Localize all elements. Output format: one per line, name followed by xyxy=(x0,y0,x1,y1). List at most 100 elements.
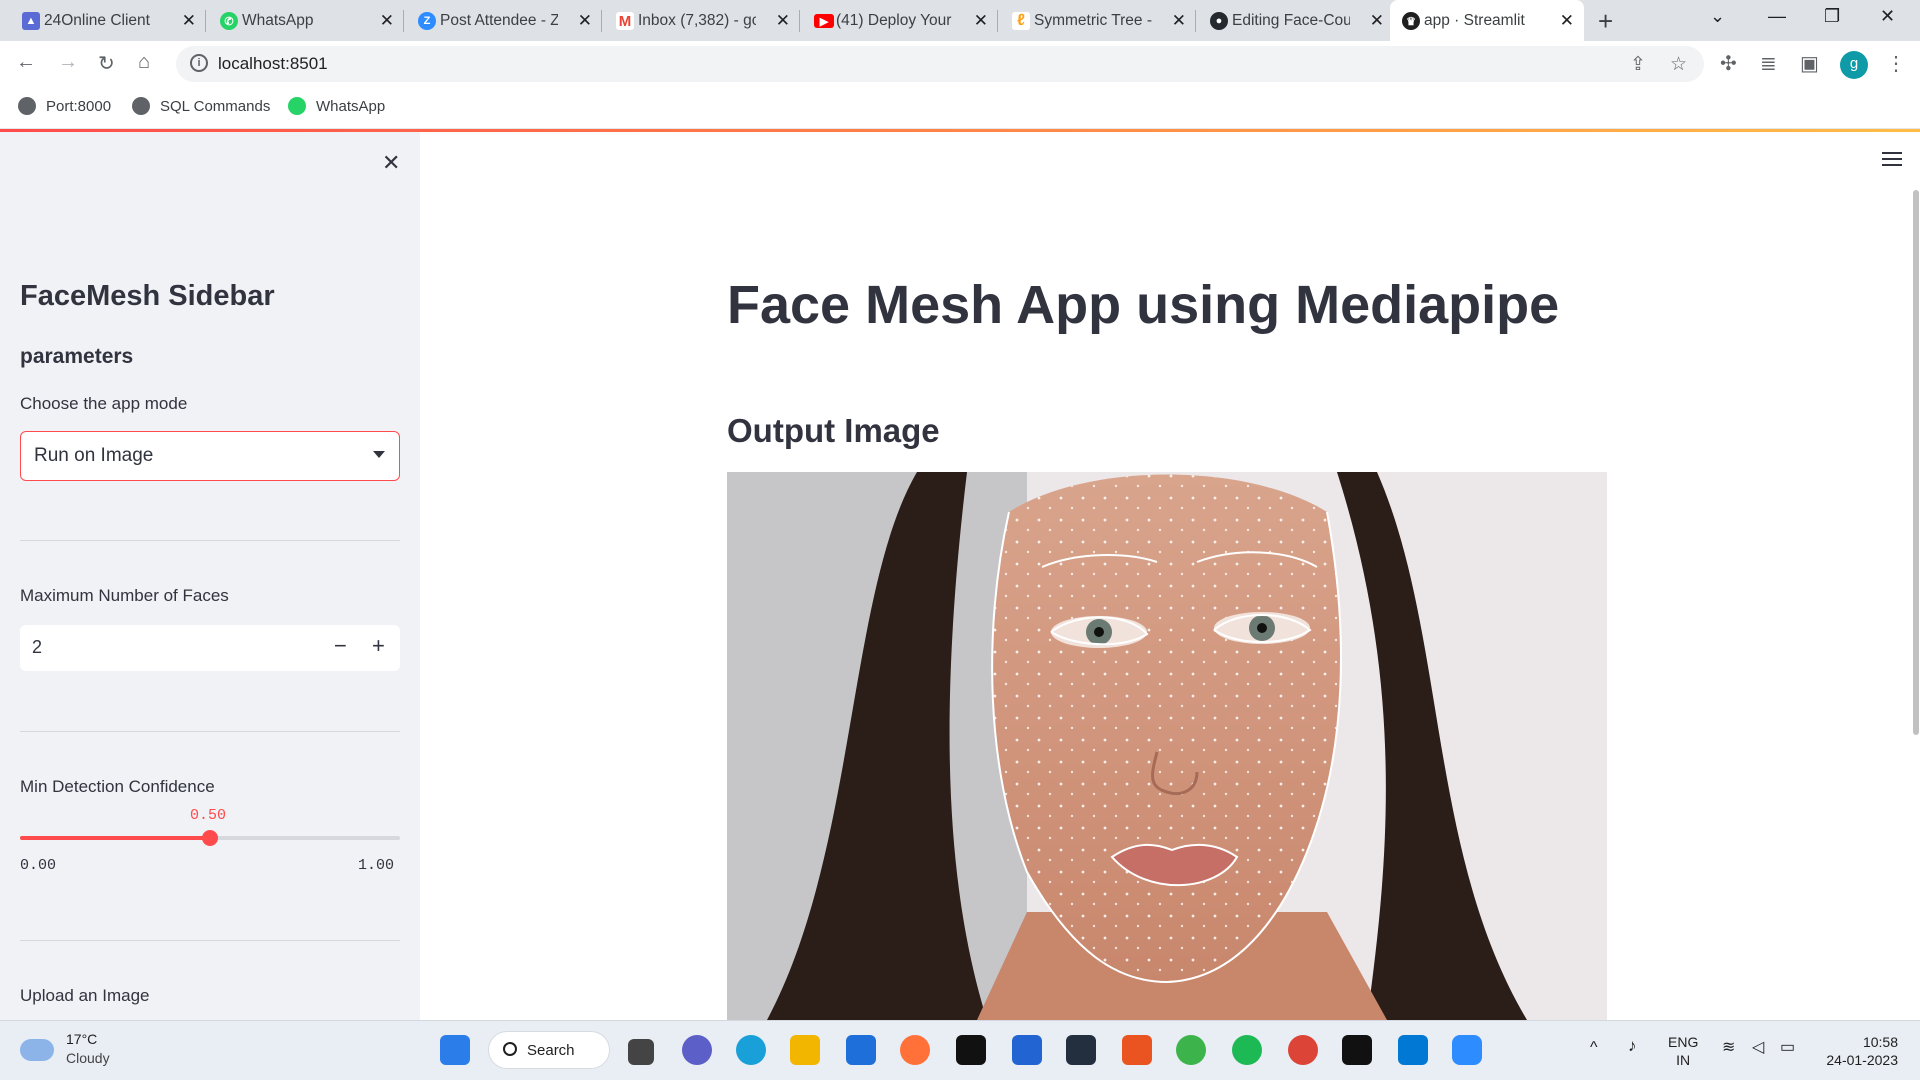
tab-post-attendee[interactable]: Z Post Attendee - Z ✕ xyxy=(406,0,602,41)
confidence-slider-track[interactable] xyxy=(20,830,400,846)
extensions-icon[interactable]: ✣ xyxy=(1720,51,1737,76)
teams-chat-icon[interactable] xyxy=(682,1035,712,1065)
taskbar-search[interactable]: Search xyxy=(488,1031,610,1069)
reload-icon[interactable]: ↻ xyxy=(98,51,115,76)
file-explorer-icon[interactable] xyxy=(790,1035,820,1065)
divider xyxy=(20,940,400,941)
bookmarks-bar: Port:8000 SQL Commands WhatsApp xyxy=(0,87,1920,129)
dropbox-icon[interactable] xyxy=(956,1035,986,1065)
confidence-slider-value: 0.50 xyxy=(190,807,227,824)
chevron-down-icon[interactable] xyxy=(373,451,385,458)
close-tab-icon[interactable]: ✕ xyxy=(380,11,394,31)
tab-whatsapp[interactable]: ✆ WhatsApp ✕ xyxy=(208,0,404,41)
max-faces-value[interactable]: 2 xyxy=(32,637,42,658)
bookmark-port8000[interactable]: Port:8000 xyxy=(18,97,111,115)
loader-app-icon[interactable] xyxy=(1176,1035,1206,1065)
terminal-icon[interactable] xyxy=(1342,1035,1372,1065)
profile-avatar[interactable]: g xyxy=(1840,51,1868,79)
microphone-icon[interactable]: ♪ xyxy=(1628,1037,1637,1055)
close-tab-icon[interactable]: ✕ xyxy=(776,11,790,31)
confidence-slider-thumb[interactable] xyxy=(202,830,218,846)
close-tab-icon[interactable]: ✕ xyxy=(182,11,196,31)
side-panel-icon[interactable]: ▣ xyxy=(1800,51,1819,76)
ubuntu-icon[interactable] xyxy=(1122,1035,1152,1065)
tab-search-icon[interactable]: ⌄ xyxy=(1710,6,1725,27)
zoom-app-icon[interactable] xyxy=(1452,1035,1482,1065)
restore-icon[interactable]: ❐ xyxy=(1824,6,1840,27)
close-tab-icon[interactable]: ✕ xyxy=(1560,11,1574,31)
close-tab-icon[interactable]: ✕ xyxy=(578,11,592,31)
battery-icon[interactable]: ▭ xyxy=(1780,1039,1795,1057)
browser-toolbar: ← → ↻ ⌂ i localhost:8501 ⇪ ☆ ✣ ≣ ▣ g ⋮ xyxy=(0,41,1920,87)
spotify-icon[interactable] xyxy=(1232,1035,1262,1065)
tab-streamlit-app[interactable]: ♛ app · Streamlit ✕ xyxy=(1390,0,1584,41)
tab-youtube[interactable]: ▶ (41) Deploy Your ✕ xyxy=(802,0,998,41)
url-text[interactable]: localhost:8501 xyxy=(218,54,328,74)
bookmark-label: Port:8000 xyxy=(46,97,112,115)
bookmark-sql-commands[interactable]: SQL Commands xyxy=(132,97,270,115)
tab-symmetric-tree[interactable]: ℓ Symmetric Tree - ✕ xyxy=(1000,0,1196,41)
windows-start-icon[interactable] xyxy=(440,1035,470,1065)
amazon-icon[interactable] xyxy=(1066,1035,1096,1065)
address-bar[interactable]: i localhost:8501 ⇪ ☆ xyxy=(176,46,1704,82)
app-mode-value[interactable]: Run on Image xyxy=(34,445,153,467)
bookmark-whatsapp[interactable]: WhatsApp xyxy=(288,97,385,115)
tab-24online[interactable]: ▲ 24Online Client ✕ xyxy=(10,0,206,41)
new-tab-icon[interactable]: + xyxy=(1598,6,1613,37)
forward-icon[interactable]: → xyxy=(58,51,78,74)
tab-title: WhatsApp xyxy=(242,11,314,29)
tab-editing-face[interactable]: ● Editing Face-Cour ✕ xyxy=(1198,0,1394,41)
language-code: ENG xyxy=(1668,1034,1699,1050)
close-window-icon[interactable]: ✕ xyxy=(1880,6,1895,27)
weather-widget[interactable]: 17°C Cloudy xyxy=(20,1031,110,1066)
vscode-icon[interactable] xyxy=(1398,1035,1428,1065)
volume-icon[interactable]: ◁ xyxy=(1752,1039,1764,1057)
whatsapp-icon: ✆ xyxy=(220,12,238,30)
decrement-button[interactable]: − xyxy=(334,633,347,659)
date: 24-01-2023 xyxy=(1826,1052,1898,1068)
language-indicator[interactable]: ENG IN xyxy=(1668,1033,1698,1069)
home-icon[interactable]: ⌂ xyxy=(138,51,150,74)
task-view-icon[interactable] xyxy=(628,1039,654,1065)
close-tab-icon[interactable]: ✕ xyxy=(974,11,988,31)
tab-separator xyxy=(205,10,206,32)
menu-kebab-icon[interactable]: ⋮ xyxy=(1886,51,1906,76)
scrollbar[interactable] xyxy=(1913,190,1919,735)
wifi-icon[interactable]: ≋ xyxy=(1722,1039,1735,1057)
chevron-up-icon[interactable]: ^ xyxy=(1590,1039,1598,1057)
tab-strip: ▲ 24Online Client ✕ ✆ WhatsApp ✕ Z Post … xyxy=(0,0,1920,41)
app-mode-select[interactable]: Run on Image xyxy=(20,431,400,481)
confidence-slider-fill xyxy=(20,836,210,840)
chrome-icon[interactable] xyxy=(1288,1035,1318,1065)
close-tab-icon[interactable]: ✕ xyxy=(1172,11,1186,31)
reading-list-icon[interactable]: ≣ xyxy=(1760,51,1777,76)
divider xyxy=(20,540,400,541)
close-tab-icon[interactable]: ✕ xyxy=(1370,11,1384,31)
output-image-heading: Output Image xyxy=(727,412,940,449)
tab-inbox[interactable]: M Inbox (7,382) - gc ✕ xyxy=(604,0,800,41)
tab-title: app · Streamlit xyxy=(1424,11,1525,29)
clock[interactable]: 10:58 24-01-2023 xyxy=(1818,1033,1898,1069)
back-icon[interactable]: ← xyxy=(16,51,36,74)
tab-title: Post Attendee - Z xyxy=(440,11,558,29)
bookmark-star-icon[interactable]: ☆ xyxy=(1670,53,1687,76)
mail-icon[interactable] xyxy=(846,1035,876,1065)
close-sidebar-icon[interactable]: ✕ xyxy=(382,150,400,176)
globe-icon xyxy=(18,97,36,115)
share-icon[interactable]: ⇪ xyxy=(1630,53,1646,76)
minimize-icon[interactable]: — xyxy=(1768,6,1786,27)
tab-title: 24Online Client xyxy=(44,11,150,29)
site-info-icon[interactable]: i xyxy=(190,54,208,72)
globe-icon xyxy=(132,97,150,115)
hamburger-menu-icon[interactable] xyxy=(1882,152,1902,170)
upload-image-label: Upload an Image xyxy=(20,986,150,1005)
increment-button[interactable]: + xyxy=(372,633,385,659)
max-faces-label: Maximum Number of Faces xyxy=(20,586,229,605)
cloud-icon xyxy=(20,1039,54,1061)
firefox-icon[interactable] xyxy=(900,1035,930,1065)
notepad-icon[interactable] xyxy=(1012,1035,1042,1065)
max-faces-input[interactable]: 2 − + xyxy=(20,625,400,671)
edge-icon[interactable] xyxy=(736,1035,766,1065)
search-icon xyxy=(503,1042,517,1056)
tab-title: (41) Deploy Your xyxy=(836,11,952,29)
